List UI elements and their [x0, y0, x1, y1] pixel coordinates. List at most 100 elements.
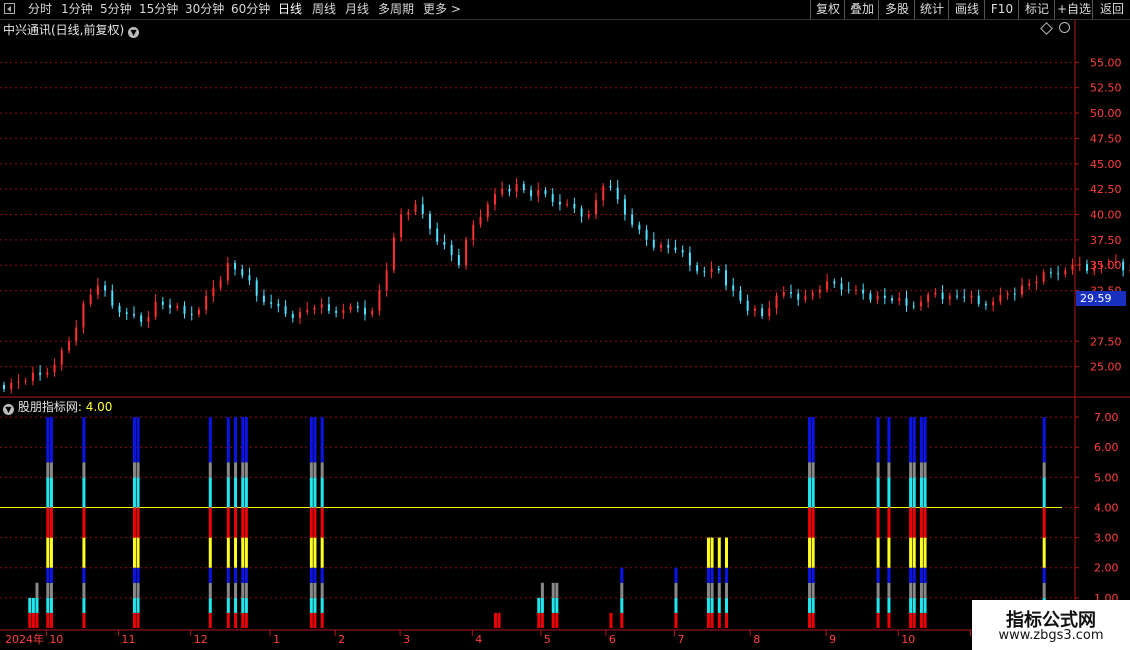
period-tab-60min[interactable]: 60分钟	[231, 1, 270, 17]
candle-body	[436, 228, 439, 242]
indicator-bar-segment	[620, 597, 624, 613]
fuquan-button[interactable]: 复权	[810, 0, 845, 19]
indicator-tick-label: 5.00	[1094, 471, 1119, 484]
indicator-bar-segment	[706, 612, 710, 628]
indicator-bar-segment	[49, 417, 53, 463]
indicator-bar-segment	[46, 567, 50, 583]
current-price-label: 29.59	[1076, 291, 1126, 306]
period-toolbar: 分时 1分钟 5分钟 15分钟 30分钟 60分钟 日线 周线 月线 多周期 更…	[0, 0, 1130, 20]
candle-body	[638, 224, 641, 230]
candle-body	[826, 281, 829, 290]
time-tick-label: 2	[338, 633, 345, 646]
indicator-bar-segment	[226, 537, 230, 568]
indicator-bar-segment	[82, 537, 86, 568]
indicator-bar-segment	[82, 477, 86, 508]
indicator-bar-segment	[28, 597, 32, 613]
period-tab-fenshi[interactable]: 分时	[28, 1, 52, 17]
indicator-bar-segment	[46, 582, 50, 598]
indicator-bar-segment	[309, 477, 313, 508]
time-tick-label: 6	[609, 633, 616, 646]
f10-button[interactable]: F10	[984, 0, 1019, 19]
indicator-bar-segment	[919, 612, 923, 628]
period-tab-more[interactable]: 更多 >	[423, 1, 461, 17]
candle-body	[696, 265, 699, 272]
indicator-bar-segment	[46, 507, 50, 538]
indicator-bar-segment	[309, 507, 313, 538]
indicator-bar-segment	[234, 462, 238, 478]
candle-body	[717, 268, 720, 271]
candle-body	[277, 303, 280, 307]
indicator-bar-segment	[876, 567, 880, 583]
indicator-bar-segment	[208, 477, 212, 508]
indicator-bar-segment	[725, 537, 728, 568]
back-button[interactable]: 返回	[1092, 0, 1130, 19]
candle-body	[645, 229, 648, 240]
candle-body	[450, 244, 453, 256]
candle-body	[24, 380, 27, 382]
period-tab-15min[interactable]: 15分钟	[139, 1, 178, 17]
candle-body	[1114, 261, 1117, 264]
period-tab-5min[interactable]: 5分钟	[100, 1, 132, 17]
indicator-bar-segment	[725, 567, 728, 583]
candle-body	[10, 382, 13, 389]
candle-body	[3, 384, 5, 389]
candle-body	[811, 292, 814, 296]
circle-icon[interactable]	[1059, 22, 1070, 33]
candle-body	[934, 292, 937, 295]
candle-body	[457, 255, 460, 266]
candle-body	[67, 341, 70, 351]
candle-body	[847, 289, 850, 291]
candle-body	[82, 303, 85, 328]
period-tab-1min[interactable]: 1分钟	[61, 1, 93, 17]
indicator-bar-segment	[555, 582, 559, 598]
period-tab-monthly[interactable]: 月线	[345, 1, 369, 17]
indicator-dropdown-icon[interactable]: ▼	[3, 404, 14, 415]
indicator-bar-segment	[808, 597, 812, 613]
draw-line-button[interactable]: 画线	[948, 0, 985, 19]
indicator-bar-segment	[244, 612, 248, 628]
indicator-bar-segment	[923, 507, 927, 538]
indicator-bar-segment	[234, 417, 238, 463]
period-tab-multi[interactable]: 多周期	[378, 1, 414, 17]
candle-body	[313, 307, 316, 310]
candle-body	[970, 295, 973, 298]
indicator-bar-segment	[226, 417, 230, 463]
dropdown-icon[interactable]: ▼	[128, 27, 140, 38]
candle-body	[443, 241, 446, 245]
candle-body	[465, 239, 468, 266]
indicator-bar-segment	[811, 477, 815, 508]
indicator-title: ▼ 股朋指标网: 4.00	[3, 398, 112, 415]
candle-body	[660, 244, 663, 248]
candle-body	[797, 293, 800, 300]
indicator-bar-segment	[919, 417, 923, 463]
indicator-bar-segment	[909, 612, 913, 628]
indicator-bar-segment	[725, 597, 728, 613]
indicator-bar-segment	[811, 417, 815, 463]
indicator-bar-segment	[811, 462, 815, 478]
indicator-bar-segment	[912, 582, 916, 598]
candle-body	[869, 293, 872, 300]
candle-body	[1057, 273, 1060, 275]
candle-body	[241, 269, 244, 276]
back-icon[interactable]	[4, 3, 15, 14]
mark-button[interactable]: 标记	[1018, 0, 1055, 19]
price-tick-label: 42.50	[1090, 183, 1122, 196]
period-tab-30min[interactable]: 30分钟	[185, 1, 224, 17]
indicator-bar-segment	[320, 477, 324, 508]
indicator-bar-segment	[717, 537, 721, 568]
indicator-bar-segment	[82, 582, 86, 598]
add-favorite-button[interactable]: +自选	[1054, 0, 1093, 19]
indicator-bar-segment	[876, 477, 880, 508]
multi-stock-button[interactable]: 多股	[878, 0, 915, 19]
time-tick-label: 12	[194, 633, 208, 646]
indicator-bar-segment	[313, 507, 317, 538]
period-tab-daily[interactable]: 日线	[278, 1, 302, 17]
price-tick-label: 55.00	[1090, 56, 1122, 69]
statistics-button[interactable]: 统计	[914, 0, 949, 19]
indicator-bar-segment	[919, 567, 923, 583]
period-tab-weekly[interactable]: 周线	[312, 1, 336, 17]
indicator-bar-segment	[31, 612, 35, 628]
candle-body	[732, 285, 735, 291]
indicator-bar-segment	[710, 567, 714, 583]
overlay-button[interactable]: 叠加	[844, 0, 879, 19]
